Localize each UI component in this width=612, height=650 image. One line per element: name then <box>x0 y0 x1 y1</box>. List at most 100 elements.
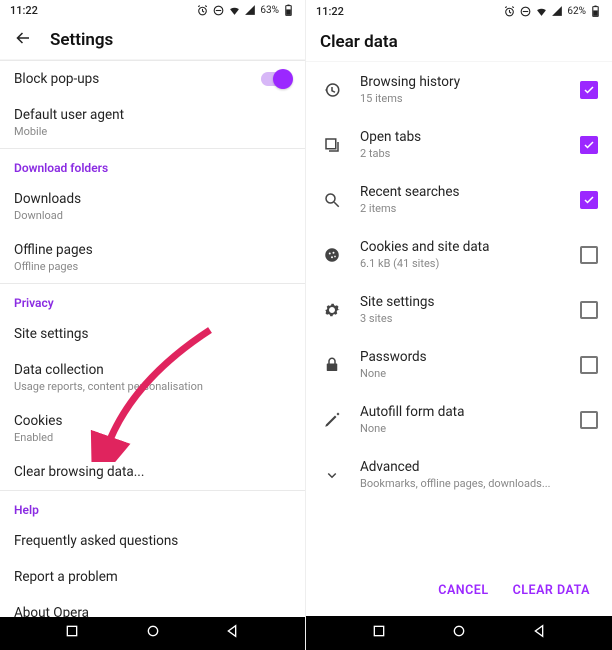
nav-home-button[interactable] <box>145 623 161 643</box>
section-header-download: Download folders <box>0 149 305 181</box>
appbar-title: Clear data <box>320 32 398 52</box>
row-report-problem[interactable]: Report a problem <box>0 559 305 595</box>
app-bar: Settings <box>0 21 305 60</box>
row-label: Downloads <box>14 191 81 207</box>
signal-icon <box>244 4 257 17</box>
clear-data-row[interactable]: Recent searches 2 items <box>306 172 612 227</box>
pencil-icon <box>322 411 342 429</box>
history-icon <box>322 81 342 99</box>
row-label: Passwords <box>360 349 562 365</box>
checkbox[interactable] <box>580 301 598 319</box>
dnd-icon <box>519 5 532 18</box>
row-label: Cookies and site data <box>360 239 562 255</box>
signal-icon <box>551 5 564 18</box>
checkbox[interactable] <box>580 246 598 264</box>
row-label: Cookies <box>14 413 62 429</box>
row-label: Data collection <box>14 362 203 378</box>
clear-data-row[interactable]: Open tabs 2 tabs <box>306 117 612 172</box>
chevron-icon <box>322 466 342 484</box>
clear-data-row[interactable]: Cookies and site data 6.1 kB (41 sites) <box>306 227 612 282</box>
row-sublabel: Mobile <box>14 125 124 138</box>
clear-data-row[interactable]: Site settings3 sites <box>306 282 612 337</box>
row-sublabel: 2 tabs <box>360 147 562 160</box>
clear-data-row[interactable]: Passwords None <box>306 337 612 392</box>
row-site-settings[interactable]: Site settings <box>0 316 305 352</box>
row-faq[interactable]: Frequently asked questions <box>0 523 305 559</box>
row-sublabel: None <box>360 422 562 435</box>
row-label: Open tabs <box>360 129 562 145</box>
row-label: Advanced <box>360 459 598 475</box>
row-label: Clear browsing data... <box>14 464 144 480</box>
checkbox[interactable] <box>580 136 598 154</box>
checkbox[interactable] <box>580 356 598 374</box>
row-block-popups[interactable]: Block pop-ups <box>0 61 305 97</box>
clear-data-button[interactable]: Clear data <box>513 583 590 598</box>
nav-back-button[interactable] <box>225 623 241 643</box>
row-sublabel: None <box>360 367 562 380</box>
status-icons: 62% <box>503 5 602 18</box>
status-bar: 11:22 63% <box>0 0 305 21</box>
checkbox[interactable] <box>580 191 598 209</box>
clear-data-row[interactable]: Autofill form data None <box>306 392 612 447</box>
checkbox[interactable] <box>580 411 598 429</box>
checkbox[interactable] <box>580 81 598 99</box>
toggle-switch[interactable] <box>261 72 291 86</box>
app-bar: Clear data <box>306 22 612 62</box>
battery-percent: 63% <box>260 5 279 16</box>
row-label: Default user agent <box>14 107 124 123</box>
row-label: Site settings <box>14 326 88 342</box>
android-nav-bar <box>0 617 305 650</box>
status-bar: 11:22 62% <box>306 0 612 22</box>
row-cookies[interactable]: Cookies Enabled <box>0 403 305 454</box>
row-label: Offline pages <box>14 242 93 258</box>
row-sublabel: Enabled <box>14 431 62 444</box>
phone-clear-data: 11:22 62% Clear data Browsing history 15 … <box>306 0 612 650</box>
nav-back-button[interactable] <box>532 623 548 643</box>
section-header-help: Help <box>0 491 305 523</box>
row-label: Report a problem <box>14 569 118 585</box>
nav-recent-button[interactable] <box>371 623 387 643</box>
tabs-icon <box>322 136 342 154</box>
clear-data-list[interactable]: Browsing history 15 items Open tabs 2 tabs R… <box>306 62 612 565</box>
row-sublabel: Bookmarks, offline pages, downloads... <box>360 477 598 490</box>
row-data-collection[interactable]: Data collection Usage reports, content p… <box>0 352 305 403</box>
row-label: Recent searches <box>360 184 562 200</box>
alarm-icon <box>503 5 516 18</box>
section-header-privacy: Privacy <box>0 284 305 316</box>
battery-percent: 62% <box>567 6 586 17</box>
settings-scroll[interactable]: Block pop-ups Default user agent Mobile … <box>0 60 305 616</box>
android-nav-bar <box>306 616 612 650</box>
wifi-icon <box>535 5 548 18</box>
cancel-button[interactable]: Cancel <box>438 583 488 598</box>
wifi-icon <box>228 4 241 17</box>
row-sublabel: 6.1 kB (41 sites) <box>360 257 562 270</box>
gear-icon <box>322 301 342 319</box>
cookie-icon <box>322 246 342 264</box>
row-offline-pages[interactable]: Offline pages Offline pages <box>0 232 305 283</box>
back-button[interactable] <box>14 29 32 51</box>
alarm-icon <box>196 4 209 17</box>
row-label: Site settings <box>360 294 562 310</box>
clear-data-row[interactable]: Browsing history 15 items <box>306 62 612 117</box>
battery-icon <box>589 5 602 18</box>
status-icons: 63% <box>196 4 295 17</box>
row-sublabel: 2 items <box>360 202 562 215</box>
dnd-icon <box>212 4 225 17</box>
row-about-opera[interactable]: About Opera <box>0 595 305 616</box>
row-label: Autofill form data <box>360 404 562 420</box>
nav-home-button[interactable] <box>451 623 467 643</box>
row-label: About Opera <box>14 605 89 616</box>
row-sublabel: Download <box>14 209 81 222</box>
row-label: Block pop-ups <box>14 71 99 87</box>
nav-recent-button[interactable] <box>64 623 80 643</box>
row-label: Browsing history <box>360 74 562 90</box>
row-clear-browsing-data[interactable]: Clear browsing data... <box>0 454 305 490</box>
row-sublabel: 15 items <box>360 92 562 105</box>
status-time: 11:22 <box>316 5 344 18</box>
row-sublabel: Offline pages <box>14 260 93 273</box>
status-time: 11:22 <box>10 4 38 17</box>
clear-data-row[interactable]: Advanced Bookmarks, offline pages, downlo… <box>306 447 612 502</box>
row-default-user-agent[interactable]: Default user agent Mobile <box>0 97 305 148</box>
row-label: Frequently asked questions <box>14 533 178 549</box>
row-downloads[interactable]: Downloads Download <box>0 181 305 232</box>
